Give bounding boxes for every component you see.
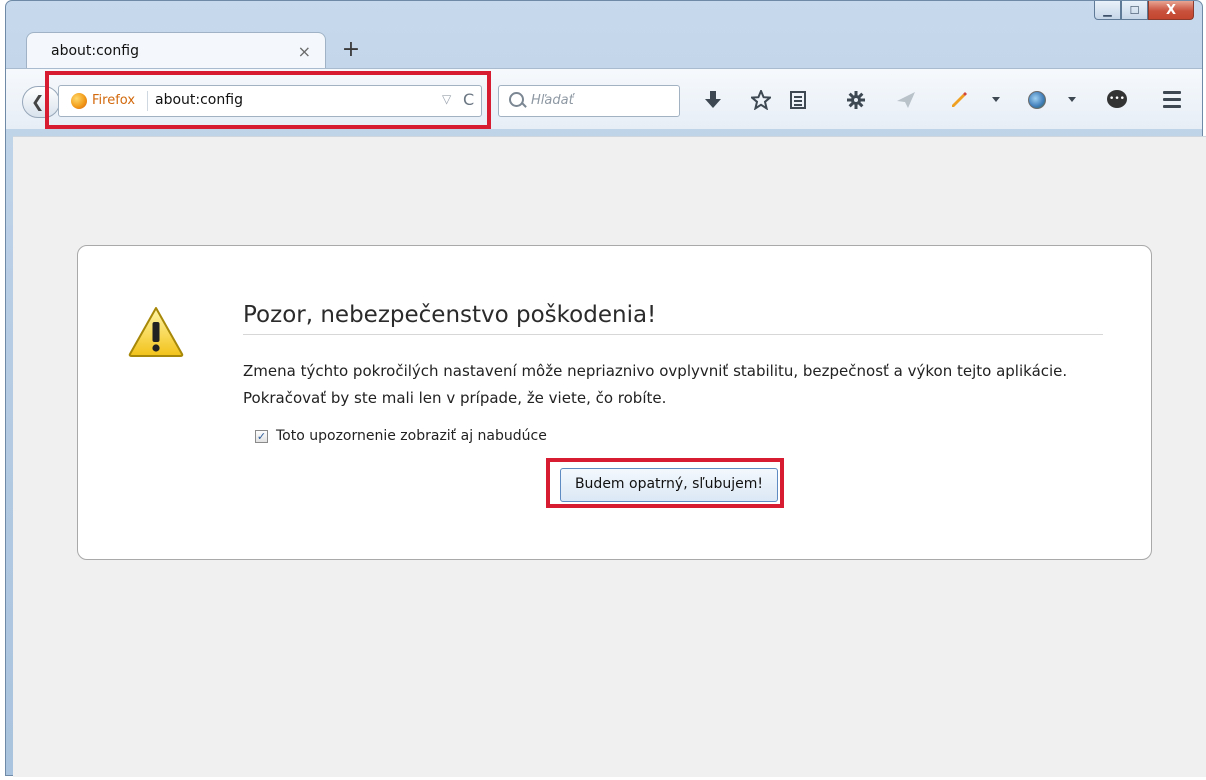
back-button[interactable]: ❮: [22, 86, 60, 118]
tab-about-config[interactable]: about:config ×: [26, 32, 326, 70]
firefox-logo-icon: [71, 93, 87, 109]
tab-strip: about:config × +: [26, 30, 366, 70]
warning-title: Pozor, nebezpečenstvo poškodenia!: [243, 302, 1103, 335]
bookmark-star-icon[interactable]: [751, 90, 771, 110]
send-icon[interactable]: [896, 91, 916, 109]
new-tab-button[interactable]: +: [336, 36, 366, 66]
navigation-toolbar: ❮ Firefox about:config ▽ C Hľadať •••: [6, 68, 1202, 129]
warning-text: Zmena týchto pokročilých nastavení môže …: [243, 362, 1068, 407]
tab-title: about:config: [51, 43, 139, 59]
show-warning-checkbox-row[interactable]: ✓ Toto upozornenie zobraziť aj nabudúce: [255, 428, 547, 444]
maximize-icon: ☐: [1129, 3, 1140, 17]
url-bar[interactable]: Firefox about:config ▽ C: [58, 85, 482, 117]
window-caption-buttons: ▁ ☐ X: [1094, 1, 1194, 20]
minimize-button[interactable]: ▁: [1094, 1, 1121, 20]
tab-close-icon[interactable]: ×: [298, 42, 311, 61]
warning-box: Pozor, nebezpečenstvo poškodenia! Zmena …: [77, 245, 1152, 560]
maximize-button[interactable]: ☐: [1121, 1, 1148, 20]
minimize-icon: ▁: [1103, 3, 1112, 17]
download-icon[interactable]: [705, 91, 721, 109]
menu-icon[interactable]: [1163, 91, 1181, 112]
warning-icon: [128, 307, 184, 357]
url-input[interactable]: about:config: [155, 92, 243, 108]
pencil-dropdown-icon[interactable]: [992, 97, 1000, 103]
back-arrow-icon: ❮: [31, 92, 45, 111]
page-content: Pozor, nebezpečenstvo poškodenia! Zmena …: [13, 136, 1206, 777]
search-icon: [509, 92, 524, 107]
addons-icon[interactable]: [846, 90, 866, 110]
identity-label[interactable]: Firefox: [92, 93, 135, 108]
identity-separator: [147, 91, 148, 111]
globe-dropdown-icon[interactable]: [1068, 97, 1076, 103]
chat-icon[interactable]: •••: [1107, 90, 1127, 108]
url-dropdown-icon[interactable]: ▽: [442, 92, 451, 106]
pencil-icon[interactable]: [950, 89, 970, 109]
search-bar[interactable]: Hľadať: [498, 85, 680, 117]
show-warning-checkbox[interactable]: ✓: [255, 429, 268, 443]
browser-window: ▁ ☐ X about:config × + ❮ Firefox about:c…: [5, 0, 1206, 777]
show-warning-checkbox-label[interactable]: Toto upozornenie zobraziť aj nabudúce: [276, 428, 547, 444]
reload-icon[interactable]: C: [463, 90, 474, 109]
close-window-button[interactable]: X: [1148, 1, 1194, 20]
search-input[interactable]: Hľadať: [531, 93, 574, 108]
accept-risk-button[interactable]: Budem opatrný, sľubujem!: [560, 468, 778, 502]
globe-icon[interactable]: [1028, 91, 1046, 109]
bookmarks-menu-icon[interactable]: [789, 90, 807, 110]
close-icon: X: [1165, 2, 1177, 18]
